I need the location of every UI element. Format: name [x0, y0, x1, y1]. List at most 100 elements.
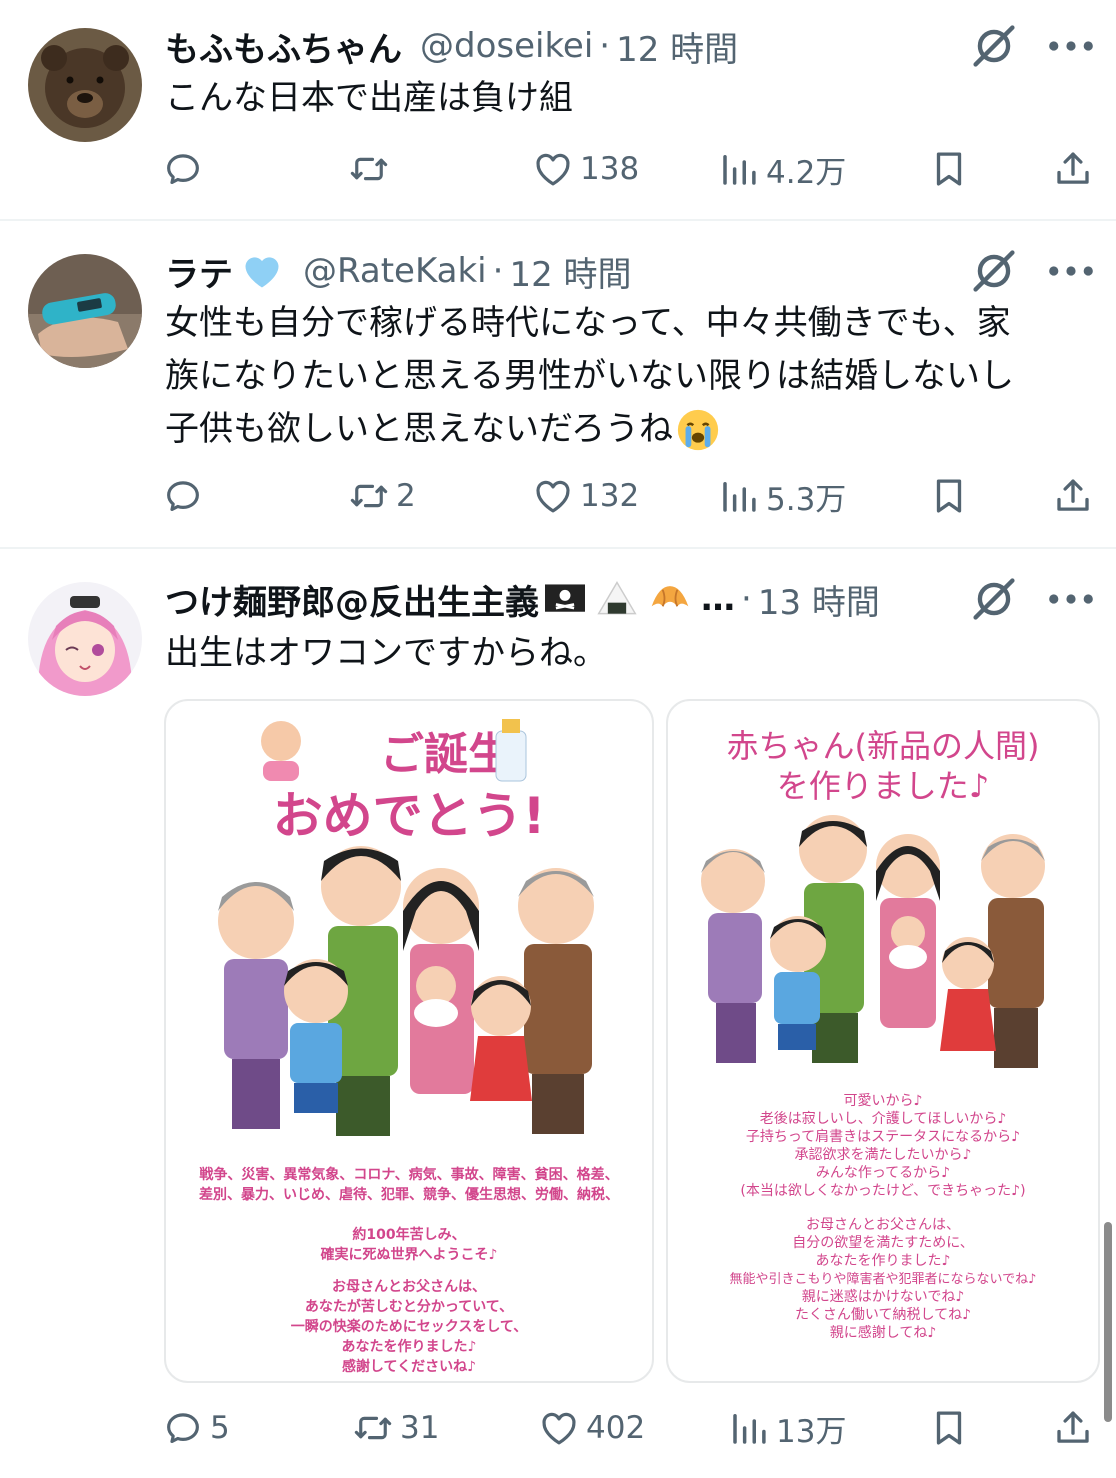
separator-dot: ·	[741, 579, 752, 619]
family-group	[218, 846, 594, 1136]
image-title-line-1: 赤ちゃん(新品の人間)	[727, 727, 1040, 765]
grok-icon[interactable]	[968, 245, 1020, 297]
more-icon[interactable]	[1048, 589, 1094, 609]
tweet-text: こんな日本で出産は負け組	[165, 72, 1085, 125]
birth-congrats-illustration: ご誕生 おめでとう! 戦争、災害、異常気象、コロナ、病気、事故、障害、貧困、格差…	[199, 719, 619, 1375]
retweet-button[interactable]: 2	[348, 469, 416, 523]
display-name[interactable]: つけ麺野郎@反出生主義	[165, 575, 539, 624]
caption-line: あなたを作りました♪	[342, 1338, 477, 1355]
retweet-count: 31	[400, 1410, 440, 1446]
light-blue-heart-icon	[245, 257, 279, 288]
caption-line: 感謝してくださいね♪	[342, 1358, 476, 1375]
views-button[interactable]: 13万	[728, 1401, 846, 1455]
tweet-header: つけ麺野郎@反出生主義 … · 13 時間	[165, 575, 880, 623]
tweet-3[interactable]: つけ麺野郎@反出生主義 … · 13 時間 出生はオワコンですからね。 ご誕生 …	[0, 549, 1116, 1478]
caption-line: 確実に死ぬ世界へようこそ♪	[321, 1246, 498, 1263]
retweet-icon	[348, 475, 390, 517]
share-icon	[1052, 1407, 1094, 1449]
heart-icon	[538, 1407, 580, 1449]
share-icon	[1052, 148, 1094, 190]
reply-icon	[162, 1407, 204, 1449]
caption-line: 戦争、災害、異常気象、コロナ、病気、事故、障害、貧困、格差、	[199, 1166, 618, 1183]
avatar-bear[interactable]	[28, 28, 142, 142]
caption-line: 親に迷惑はかけないでね♪	[802, 1289, 965, 1305]
bookmark-icon	[928, 1407, 970, 1449]
handle[interactable]: @doseikei	[420, 26, 593, 66]
timestamp[interactable]: 12 時間	[509, 247, 631, 296]
separator-dot: ·	[599, 26, 611, 66]
caption-line: あなたを作りました♪	[816, 1253, 951, 1269]
view-count: 5.3万	[766, 481, 847, 518]
share-button[interactable]	[1052, 142, 1094, 196]
views-icon	[718, 475, 760, 517]
family-group	[701, 815, 1045, 1068]
image-caption: 可愛いから♪ 老後は寂しいし、介護してほしいから♪ 子持ちって肩書きはステータス…	[730, 1093, 1037, 1341]
heart-icon	[532, 148, 574, 190]
reply-count: 5	[210, 1410, 230, 1446]
image-title-line-1: ご誕生	[380, 729, 512, 780]
caption-line: 無能や引きこもりや障害者や犯罪者にならないでね♪	[730, 1271, 1037, 1287]
bookmark-button[interactable]	[928, 142, 970, 196]
like-button[interactable]: 132	[532, 469, 639, 523]
caption-line: 自分の欲望を満たすために、	[792, 1235, 974, 1251]
retweet-icon	[352, 1407, 394, 1449]
caption-line: お母さんとお父さんは、	[332, 1279, 486, 1295]
like-count: 132	[580, 478, 640, 514]
caption-line: お母さんとお父さんは、	[806, 1217, 960, 1233]
views-button[interactable]: 4.2万	[718, 142, 846, 196]
avatar-hand[interactable]	[28, 254, 142, 368]
action-bar: 2 132 5.3万	[0, 469, 1116, 523]
more-icon[interactable]	[1048, 36, 1094, 56]
reply-icon	[162, 475, 204, 517]
scrollbar-thumb[interactable]	[1104, 1222, 1112, 1422]
image-caption: 戦争、災害、異常気象、コロナ、病気、事故、障害、貧困、格差、 差別、暴力、いじめ…	[199, 1166, 619, 1375]
like-button[interactable]: 138	[532, 142, 639, 196]
caption-line: 親に感謝してね♪	[830, 1324, 937, 1341]
view-count: 13万	[776, 1413, 847, 1450]
bookmark-icon	[928, 475, 970, 517]
like-count: 138	[580, 151, 640, 187]
like-count: 402	[586, 1410, 646, 1446]
tweet-header: もふもふちゃん @doseikei · 12 時間	[165, 22, 738, 70]
retweet-button[interactable]: 31	[352, 1401, 439, 1455]
share-button[interactable]	[1052, 1401, 1094, 1455]
name-ellipsis: …	[701, 579, 735, 619]
bookmark-button[interactable]	[928, 1401, 970, 1455]
share-button[interactable]	[1052, 469, 1094, 523]
caption-line: 差別、暴力、いじめ、虐待、犯罪、競争、優生思想、労働、納税、	[199, 1186, 619, 1203]
image-title-line-2: おめでとう!	[273, 787, 546, 845]
caption-line: (本当は欲しくなかったけど、できちゃった♪)	[740, 1183, 1025, 1199]
reply-button[interactable]: 5	[162, 1401, 230, 1455]
media-image-right[interactable]: 赤ちゃん(新品の人間) を作りました♪ 可愛いから♪ 老後は寂しいし、介護してほ	[666, 699, 1100, 1383]
avatar-anime[interactable]	[28, 582, 142, 696]
grok-icon[interactable]	[968, 20, 1020, 72]
reply-button[interactable]	[162, 469, 210, 523]
bookmark-button[interactable]	[928, 469, 970, 523]
timestamp[interactable]: 12 時間	[616, 22, 738, 71]
separator-dot: ·	[492, 251, 504, 291]
caption-line: 一瞬の快楽のためにセックスをして、	[291, 1318, 527, 1335]
rice-ball-icon	[597, 581, 637, 615]
grok-icon[interactable]	[968, 573, 1020, 625]
text-line: 出生はオワコンですからね。	[165, 633, 607, 673]
timestamp[interactable]: 13 時間	[758, 575, 880, 624]
display-name[interactable]: ラテ	[165, 247, 233, 296]
croissant-icon	[651, 586, 689, 607]
text-line: こんな日本で出産は負け組	[165, 78, 573, 118]
image-title-line-2: を作りました♪	[777, 767, 989, 805]
baby-made-illustration: 赤ちゃん(新品の人間) を作りました♪ 可愛いから♪ 老後は寂しいし、介護してほ	[701, 727, 1045, 1341]
like-button[interactable]: 402	[538, 1401, 645, 1455]
tweet-1[interactable]: もふもふちゃん @doseikei · 12 時間 こんな日本で出産は負け組 1…	[0, 0, 1116, 220]
retweet-button[interactable]	[348, 142, 396, 196]
tweet-2[interactable]: ラテ @RateKaki · 12 時間 女性も自分で稼げる時代になって、中々共…	[0, 221, 1116, 547]
handle[interactable]: @RateKaki	[303, 251, 487, 291]
bookmark-icon	[928, 148, 970, 190]
more-icon[interactable]	[1048, 261, 1094, 281]
views-button[interactable]: 5.3万	[718, 469, 846, 523]
reply-icon	[162, 148, 204, 190]
reply-button[interactable]	[162, 142, 210, 196]
media-image-left[interactable]: ご誕生 おめでとう! 戦争、災害、異常気象、コロナ、病気、事故、障害、貧困、格差…	[164, 699, 654, 1383]
display-name[interactable]: もふもふちゃん	[165, 22, 402, 71]
views-icon	[718, 148, 760, 190]
view-count: 4.2万	[766, 154, 847, 191]
